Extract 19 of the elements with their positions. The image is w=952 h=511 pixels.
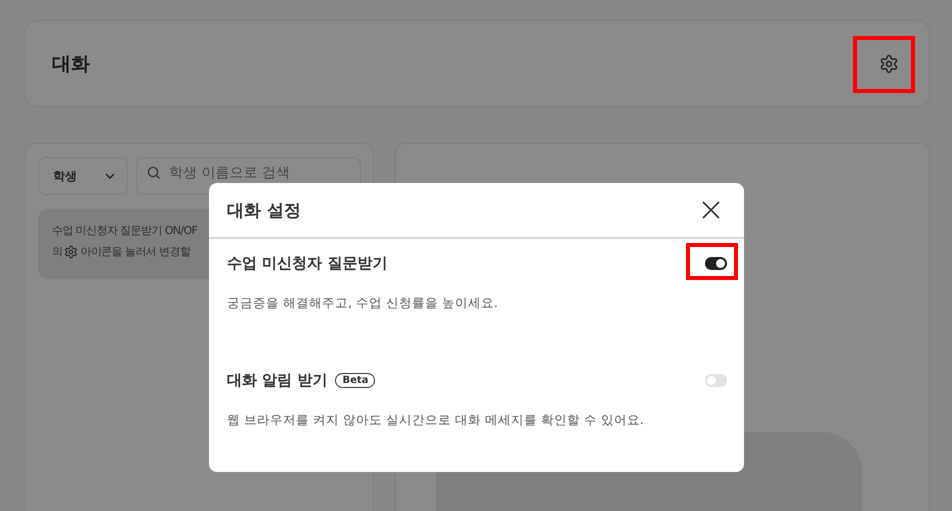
search-icon bbox=[147, 166, 161, 180]
close-button[interactable] bbox=[702, 201, 720, 220]
chevron-down-icon bbox=[105, 173, 115, 179]
dialog-title: 대화 설정 bbox=[227, 200, 301, 222]
settings-icon[interactable] bbox=[879, 54, 899, 74]
notice-text: 의 bbox=[52, 244, 62, 259]
page-title: 대화 bbox=[52, 52, 90, 76]
toggle-switch[interactable] bbox=[705, 257, 727, 270]
setting-title: 대화 알림 받기 bbox=[227, 370, 328, 390]
setting-title: 수업 미신청자 질문받기 bbox=[227, 254, 388, 274]
setting-description: 궁금증을 해결해주고, 수업 신청률을 높이세요. bbox=[227, 295, 499, 312]
notice-text: 수업 미신청자 질문받기 ON/OF bbox=[52, 223, 198, 238]
settings-icon bbox=[64, 244, 78, 258]
search-placeholder: 학생 이름으로 검색 bbox=[169, 164, 290, 182]
toggle-switch[interactable] bbox=[705, 374, 727, 387]
student-select[interactable]: 학생 bbox=[38, 157, 128, 195]
setting-description: 웹 브라우저를 켜지 않아도 실시간으로 대화 메세지를 확인할 수 있어요. bbox=[227, 412, 645, 429]
notice-text: 아이콘을 눌러서 변경할 bbox=[80, 244, 190, 259]
beta-badge: Beta bbox=[335, 372, 376, 388]
